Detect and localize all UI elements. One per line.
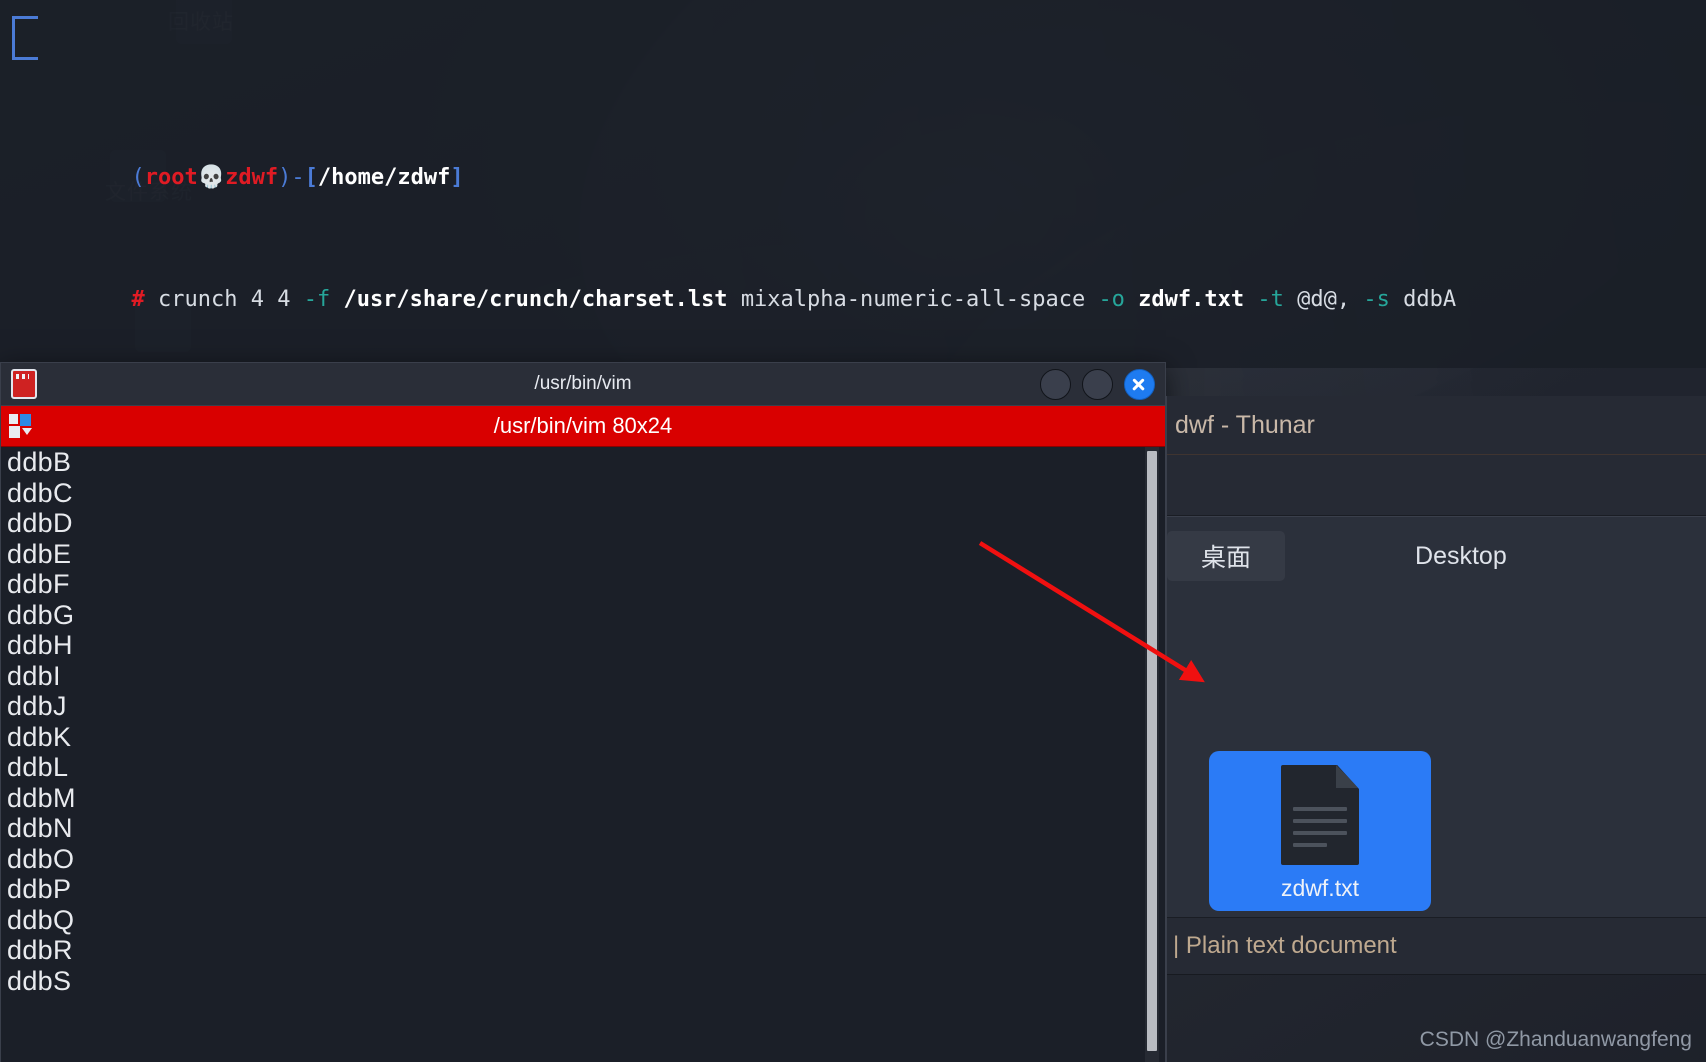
terminal-window[interactable]: (root💀zdwf)-[/home/zdwf] # crunch 4 4 -f… — [0, 0, 1706, 1062]
prompt-user: root — [144, 164, 198, 190]
minimize-button[interactable] — [1040, 368, 1071, 400]
window-controls — [1040, 363, 1155, 405]
vim-line: ddbC — [7, 477, 73, 508]
vim-tab-bar[interactable]: /usr/bin/vim 80x24 — [1, 406, 1165, 447]
terminal-command-line: # crunch 4 4 -f /usr/share/crunch/charse… — [10, 254, 1696, 312]
command-charset-name: mixalpha-numeric-all-space — [740, 286, 1099, 312]
file-item-label: zdwf.txt — [1281, 875, 1359, 901]
command-flag-f: -f — [303, 286, 331, 312]
prompt-skull-icon: 💀 — [197, 164, 226, 190]
thunar-statusbar: | Plain text document — [1167, 917, 1706, 975]
desktop-screen: 回收站 文件系统 文件(F) 编辑(E) 视图(V) 转到(G) 书签(B) 帮… — [0, 0, 1706, 1062]
vim-line: ddbS — [7, 965, 72, 996]
prompt-host: zdwf — [225, 164, 279, 190]
vim-line: ddbH — [7, 630, 73, 660]
vim-line: ddbK — [7, 721, 72, 752]
vim-line: ddbF — [7, 569, 70, 599]
command-outfile: zdwf.txt — [1124, 286, 1258, 312]
vim-tab-label: /usr/bin/vim 80x24 — [493, 413, 673, 438]
vim-scrollbar[interactable] — [1145, 447, 1159, 1062]
vim-line: ddbL — [7, 752, 69, 782]
vim-window-title: /usr/bin/vim — [534, 373, 632, 394]
vim-scrollbar-thumb[interactable] — [1147, 451, 1157, 1051]
vim-line: ddbO — [7, 843, 75, 874]
vim-line: ddbP — [7, 874, 72, 904]
close-button[interactable] — [1124, 368, 1155, 400]
vim-line: ddbI — [7, 660, 61, 691]
vim-line: ddbQ — [7, 904, 75, 935]
command-flag-o: -o — [1098, 286, 1125, 312]
vim-line: ddbR — [7, 935, 73, 965]
command-charset-path: /usr/share/crunch/charset.lst — [330, 286, 741, 312]
vim-line: ddbB — [7, 447, 72, 477]
command-hash: # — [131, 286, 145, 312]
csdn-watermark: CSDN @Zhanduanwangfeng — [1419, 1028, 1692, 1051]
vim-line: ddbM — [7, 782, 76, 813]
command-args: 4 4 — [237, 286, 304, 312]
thunar-path-chips: 桌面 Desktop — [1167, 517, 1706, 581]
thunar-toolbar[interactable] — [1167, 455, 1706, 516]
vim-titlebar[interactable]: /usr/bin/vim — [1, 363, 1165, 406]
vim-line: ddbJ — [7, 691, 67, 721]
terminal-tab-icon — [9, 414, 32, 438]
path-chip-desktop-cn[interactable]: 桌面 — [1167, 531, 1286, 581]
prompt-corner-decoration — [12, 16, 38, 60]
command-pattern: @d@, — [1283, 286, 1364, 312]
file-item-zdwf-txt[interactable]: zdwf.txt — [1209, 751, 1431, 911]
prompt-path: /home/zdwf — [317, 164, 451, 190]
vim-line: ddbN — [7, 813, 73, 843]
vim-line: ddbG — [7, 599, 75, 630]
prompt-close-paren: ) — [278, 164, 292, 190]
thunar-window-title: dwf - Thunar — [1167, 396, 1706, 455]
thunar-file-pane[interactable]: 桌面 Desktop zdwf.txt — [1167, 516, 1706, 917]
vim-window[interactable]: /usr/bin/vim /usr/bin/vim 80x24 ddbB ddb… — [0, 362, 1166, 1062]
vim-buffer-lines: ddbB ddbC ddbD ddbE ddbF ddbG ddbH ddbI … — [7, 447, 76, 996]
vim-text-area[interactable]: ddbB ddbC ddbD ddbE ddbF ddbG ddbH ddbI … — [1, 447, 1165, 1062]
vim-app-icon — [11, 369, 37, 399]
prompt-path-close: ] — [450, 164, 464, 190]
plain-text-document-icon — [1281, 765, 1359, 865]
vim-line: ddbD — [7, 508, 73, 538]
command-flag-t: -t — [1257, 286, 1284, 312]
prompt-open-paren: ( — [131, 164, 145, 190]
prompt-dash: - — [291, 164, 305, 190]
command-flag-s: -s — [1363, 286, 1390, 312]
command-start-string: ddbA — [1389, 286, 1457, 312]
vim-line: ddbE — [7, 538, 72, 569]
path-chip-desktop-en[interactable]: Desktop — [1381, 535, 1541, 578]
terminal-prompt-line: (root💀zdwf)-[/home/zdwf] — [10, 132, 1696, 190]
maximize-button[interactable] — [1082, 368, 1113, 400]
thunar-window[interactable]: dwf - Thunar 桌面 Desktop zdwf.txt | Plain… — [1166, 396, 1706, 1062]
prompt-path-open: [ — [304, 164, 318, 190]
command-program: crunch — [157, 286, 238, 312]
